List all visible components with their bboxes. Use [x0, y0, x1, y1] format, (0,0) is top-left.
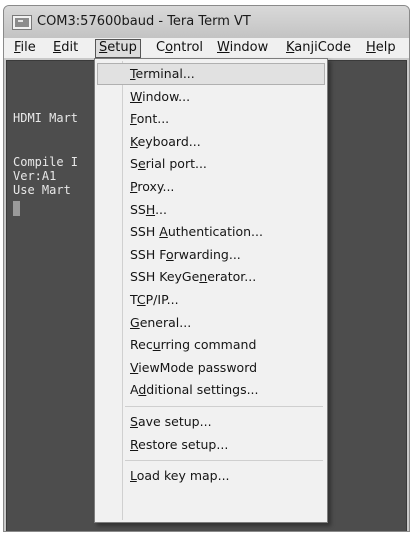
- label-part: ave setup...: [137, 414, 212, 429]
- label-part: SSH: [130, 224, 160, 240]
- label-part: rwarding...: [173, 246, 241, 262]
- menu-item-terminal[interactable]: Terminal...: [97, 63, 325, 85]
- tera-term-icon[interactable]: [12, 15, 32, 30]
- label-part: erator...: [207, 269, 257, 285]
- access-key: u: [152, 337, 161, 353]
- terminal-line: Compile I: [13, 155, 79, 169]
- menu-setup[interactable]: Setup: [95, 39, 141, 58]
- label-part: etup: [107, 40, 137, 55]
- label-part: SS: [130, 201, 146, 217]
- label-part: anjiCode: [294, 40, 352, 55]
- menu-item-ssh-authentication[interactable]: SSH Authentication...: [97, 221, 325, 243]
- access-key: K: [130, 133, 138, 149]
- menu-item-save-setup[interactable]: Save setup...: [97, 411, 325, 433]
- access-key: C: [136, 292, 146, 307]
- menu-item-ssh-forwarding[interactable]: SSH Forwarding...: [97, 244, 325, 266]
- access-key: o: [166, 246, 174, 262]
- access-key: o: [165, 40, 174, 55]
- menu-item-keyboard[interactable]: Keyboard...: [97, 131, 325, 153]
- menu-item-tcp-ip[interactable]: TCP/IP...: [97, 289, 325, 311]
- menu-separator: [125, 406, 323, 407]
- menu-item-restore-setup[interactable]: Restore setup...: [97, 434, 325, 456]
- menu-item-recurring-command[interactable]: Recurring command: [97, 334, 325, 356]
- menu-edit[interactable]: Edit: [50, 39, 81, 58]
- menu-separator: [125, 460, 323, 462]
- title-bar[interactable]: COM3:57600baud - Tera Term VT: [4, 6, 409, 38]
- menu-kanjicode[interactable]: KanjiCode: [283, 39, 354, 58]
- label-part: C: [156, 40, 166, 55]
- terminal-cursor: [13, 201, 20, 216]
- label-part: S: [130, 156, 138, 172]
- setup-menu-dropdown: Terminal... Window... Font... Keyboard... Se…: [94, 58, 328, 523]
- access-key: W: [217, 40, 230, 55]
- label-part: indow...: [142, 88, 191, 104]
- label-part: uthentication...: [167, 224, 263, 240]
- label-part: rial port...: [145, 156, 207, 172]
- menu-bar: File Edit Setup Control Window KanjiCode Help: [4, 38, 409, 59]
- label-part: elp: [375, 40, 396, 55]
- label-part: T: [130, 292, 137, 307]
- menu-item-window[interactable]: Window...: [97, 86, 325, 108]
- label-part: ...: [155, 201, 167, 217]
- label-part: ont...: [136, 111, 170, 127]
- access-key: A: [159, 224, 168, 240]
- menu-item-general[interactable]: General...: [97, 312, 325, 334]
- label-part: eneral...: [139, 314, 192, 330]
- access-key: S: [130, 414, 138, 429]
- access-key: H: [145, 201, 156, 217]
- label-part: indow: [229, 40, 269, 55]
- terminal-line: Ver:A1: [13, 169, 57, 183]
- access-key: R: [130, 436, 139, 452]
- access-key: F: [130, 111, 137, 127]
- label-part: ile: [20, 40, 36, 55]
- access-key: H: [366, 40, 376, 55]
- terminal-line: Use Mart: [13, 183, 71, 197]
- menu-help[interactable]: Help: [363, 39, 399, 58]
- menu-item-additional-settings[interactable]: Additional settings...: [97, 379, 325, 401]
- menu-item-serial-port[interactable]: Serial port...: [97, 153, 325, 175]
- label-part: erminal...: [135, 66, 195, 81]
- label-part: ditional settings...: [146, 382, 259, 398]
- menu-item-proxy[interactable]: Proxy...: [97, 176, 325, 198]
- menu-window[interactable]: Window: [214, 39, 271, 58]
- label-part: ntrol: [173, 40, 204, 55]
- menu-item-load-key-map[interactable]: Load key map...: [97, 465, 325, 487]
- window-title: COM3:57600baud - Tera Term VT: [37, 14, 251, 29]
- label-part: rring command: [160, 337, 257, 353]
- label-part: dit: [61, 40, 79, 55]
- menu-item-ssh-keygenerator[interactable]: SSH KeyGenerator...: [97, 266, 325, 288]
- label-part: eyboard...: [137, 133, 201, 149]
- label-part: estore setup...: [138, 436, 229, 452]
- label-part: SSH KeyGe: [130, 269, 200, 285]
- menu-item-ssh[interactable]: SSH...: [97, 199, 325, 221]
- access-key: G: [130, 314, 140, 330]
- label-part: P/IP...: [145, 292, 179, 307]
- label-part: SSH F: [130, 246, 166, 262]
- label-part: Rec: [130, 337, 153, 353]
- access-key: e: [137, 156, 146, 172]
- menu-control[interactable]: Control: [153, 39, 206, 58]
- menu-item-viewmode-password[interactable]: ViewMode password: [97, 357, 325, 379]
- terminal-line: HDMI Mart: [13, 111, 79, 125]
- label-part: oad key map...: [136, 468, 230, 484]
- label-part: roxy...: [137, 179, 175, 194]
- menu-file[interactable]: File: [11, 39, 39, 58]
- access-key: W: [130, 88, 143, 104]
- access-key: E: [53, 40, 62, 55]
- label-part: iewMode password: [138, 359, 258, 375]
- menu-item-font[interactable]: Font...: [97, 108, 325, 130]
- access-key: L: [130, 468, 137, 484]
